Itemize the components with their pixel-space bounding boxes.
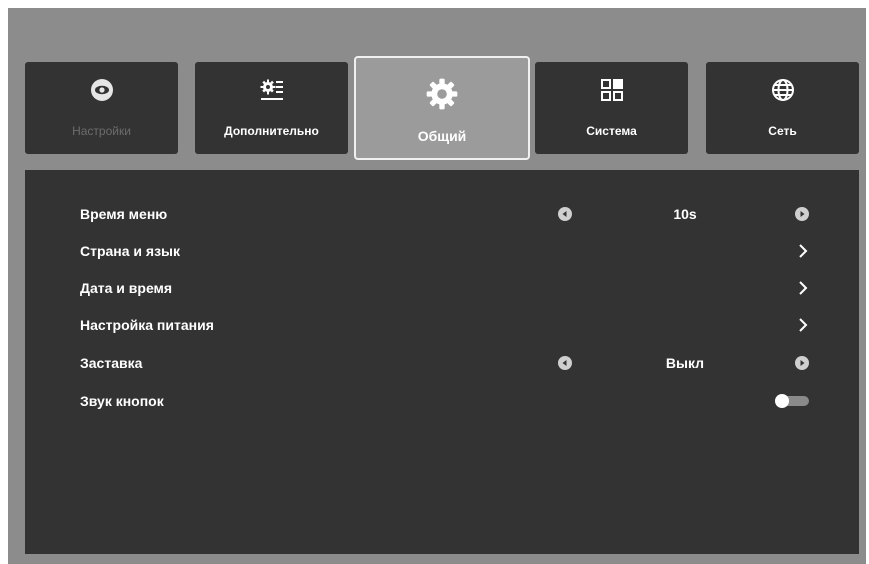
chevron-right-icon bbox=[799, 281, 808, 295]
tab-system[interactable]: Система bbox=[535, 62, 688, 154]
setting-label: Звук кнопок bbox=[80, 393, 164, 409]
setting-menu-time[interactable]: Время меню 10s bbox=[80, 203, 809, 227]
arrow-left-icon[interactable] bbox=[558, 356, 572, 370]
arrow-right-icon[interactable] bbox=[795, 356, 809, 370]
eye-icon bbox=[90, 79, 113, 101]
tab-settings[interactable]: Настройки bbox=[25, 62, 178, 154]
setting-label: Настройка питания bbox=[80, 317, 214, 333]
setting-label: Заставка bbox=[80, 355, 143, 371]
tab-label: Система bbox=[586, 124, 637, 138]
tab-network[interactable]: Сеть bbox=[706, 62, 859, 154]
arrow-left-icon[interactable] bbox=[558, 207, 572, 221]
tab-label: Общий bbox=[417, 128, 467, 144]
tab-general[interactable]: Общий bbox=[354, 56, 530, 160]
toggle-switch[interactable] bbox=[775, 394, 809, 408]
chevron-right-icon bbox=[799, 318, 808, 332]
setting-label: Дата и время bbox=[80, 280, 173, 296]
setting-label: Время меню bbox=[80, 206, 168, 222]
tab-advanced[interactable]: Дополнительно bbox=[195, 62, 348, 154]
settings-screen: Настройки Дополнительно Общий Система Се… bbox=[8, 8, 866, 564]
setting-value: Выкл bbox=[665, 355, 705, 371]
arrow-right-icon[interactable] bbox=[795, 207, 809, 221]
setting-label: Страна и язык bbox=[80, 243, 181, 259]
settings-panel: Время меню 10s Страна и язык Дата и врем… bbox=[25, 170, 859, 554]
setting-key-sound[interactable]: Звук кнопок bbox=[80, 390, 809, 414]
setting-date-time[interactable]: Дата и время bbox=[80, 277, 809, 301]
gear-icon bbox=[426, 78, 458, 110]
setting-country-language[interactable]: Страна и язык bbox=[80, 240, 809, 264]
setting-power[interactable]: Настройка питания bbox=[80, 314, 809, 338]
globe-icon bbox=[771, 79, 794, 101]
grid-icon bbox=[600, 79, 623, 101]
setting-screensaver[interactable]: Заставка Выкл bbox=[80, 352, 809, 376]
tab-label: Настройки bbox=[72, 124, 131, 138]
setting-value: 10s bbox=[673, 206, 697, 222]
tab-label: Дополнительно bbox=[224, 124, 319, 138]
tab-label: Сеть bbox=[768, 124, 797, 138]
gear-list-icon bbox=[260, 79, 283, 100]
chevron-right-icon bbox=[799, 244, 808, 258]
